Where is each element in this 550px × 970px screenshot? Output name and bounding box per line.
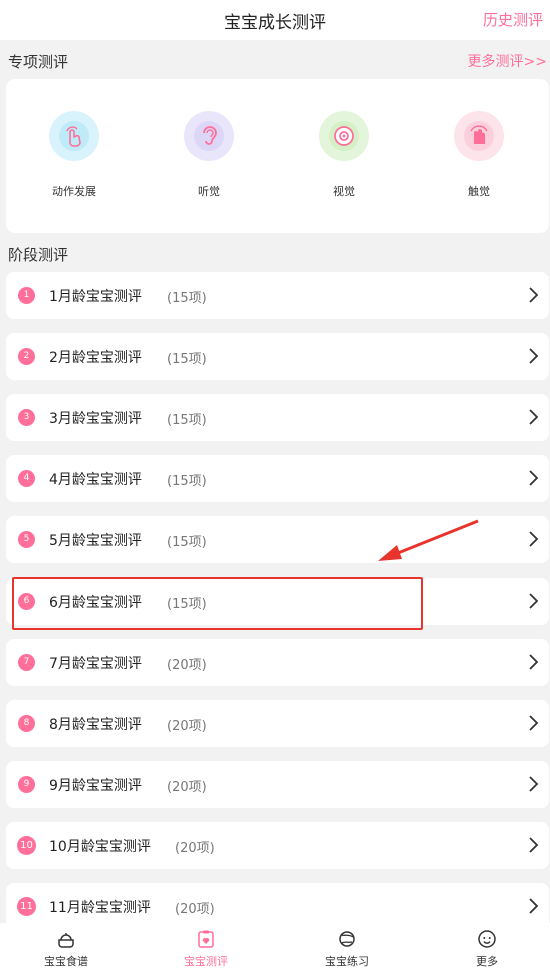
practice-icon	[339, 931, 355, 947]
history-link[interactable]: 历史测评	[483, 9, 543, 30]
tab-assessment[interactable]: 宝宝测评	[156, 923, 256, 970]
stage-row-5[interactable]: 5 5月龄宝宝测评 (15项)	[6, 516, 549, 563]
stage-number-badge: 7	[18, 654, 35, 671]
stage-item-count: (15项)	[167, 413, 207, 428]
bottom-tab-bar: 宝宝食谱 宝宝测评 宝宝练习 更多	[0, 923, 550, 970]
stage-item-count: (15项)	[167, 291, 207, 306]
stage-title: 9月龄宝宝测评	[49, 778, 142, 794]
stage-item-count: (20项)	[167, 719, 207, 734]
ear-icon	[184, 111, 234, 161]
stage-title: 5月龄宝宝测评	[49, 533, 142, 549]
stage-title: 7月龄宝宝测评	[49, 656, 142, 672]
stage-title: 11月龄宝宝测评	[49, 900, 151, 916]
stage-title: 8月龄宝宝测评	[49, 717, 142, 733]
chevron-right-icon	[529, 776, 539, 792]
stage-item-count: (20项)	[175, 902, 215, 917]
stage-item-count: (15项)	[167, 535, 207, 550]
stage-item-count: (15项)	[167, 474, 207, 489]
stage-row-1[interactable]: 1 1月龄宝宝测评 (15项)	[6, 272, 549, 319]
special-item-touch[interactable]: 触觉	[429, 111, 529, 199]
stage-row-10[interactable]: 10 10月龄宝宝测评 (20项)	[6, 822, 549, 869]
tab-practice[interactable]: 宝宝练习	[297, 923, 397, 970]
stage-row-9[interactable]: 9 9月龄宝宝测评 (20项)	[6, 761, 549, 808]
tab-label: 宝宝测评	[184, 955, 228, 968]
stage-item-count: (20项)	[167, 658, 207, 673]
stage-item-count: (15项)	[167, 352, 207, 367]
special-item-label: 视觉	[333, 185, 355, 198]
chevron-right-icon	[529, 470, 539, 486]
chevron-right-icon	[529, 593, 539, 609]
special-assessment-card: 动作发展 听觉 视觉 触觉	[6, 79, 549, 233]
stage-number-badge: 4	[18, 470, 35, 487]
stage-number-badge: 9	[18, 776, 35, 793]
stage-row-7[interactable]: 7 7月龄宝宝测评 (20项)	[6, 639, 549, 686]
tab-more[interactable]: 更多	[437, 923, 537, 970]
chevron-right-icon	[529, 654, 539, 670]
stage-number-badge: 8	[18, 715, 35, 732]
stage-number-badge: 10	[17, 836, 36, 855]
chevron-right-icon	[529, 409, 539, 425]
stage-number-badge: 5	[18, 531, 35, 548]
stage-row-3[interactable]: 3 3月龄宝宝测评 (15项)	[6, 394, 549, 441]
more-icon	[478, 930, 496, 948]
special-item-motor[interactable]: 动作发展	[24, 111, 124, 199]
more-assessments-link[interactable]: 更多测评>>	[468, 51, 547, 71]
annotation-highlight-box	[12, 577, 423, 630]
special-item-label: 动作发展	[52, 185, 96, 198]
eye-icon	[319, 111, 369, 161]
stage-item-count: (20项)	[167, 780, 207, 795]
tab-label: 更多	[476, 955, 498, 968]
special-item-label: 触觉	[468, 185, 490, 198]
stage-number-badge: 2	[18, 348, 35, 365]
recipe-icon	[58, 933, 74, 948]
stage-row-4[interactable]: 4 4月龄宝宝测评 (15项)	[6, 455, 549, 502]
stage-row-2[interactable]: 2 2月龄宝宝测评 (15项)	[6, 333, 549, 380]
stage-number-badge: 11	[17, 897, 36, 916]
app-header: 宝宝成长测评 历史测评	[0, 0, 550, 40]
chevron-right-icon	[529, 898, 539, 914]
stage-title: 10月龄宝宝测评	[49, 839, 151, 855]
special-section-title: 专项测评	[8, 53, 69, 71]
hand-tap-icon	[49, 111, 99, 161]
special-item-vision[interactable]: 视觉	[294, 111, 394, 199]
special-item-hearing[interactable]: 听觉	[159, 111, 259, 199]
stage-section-title: 阶段测评	[8, 246, 69, 264]
stage-item-count: (20项)	[175, 841, 215, 856]
stage-title: 4月龄宝宝测评	[49, 472, 142, 488]
tab-label: 宝宝练习	[325, 955, 369, 968]
stage-number-badge: 1	[18, 287, 35, 304]
stage-title: 3月龄宝宝测评	[49, 411, 142, 427]
touch-icon	[454, 111, 504, 161]
chevron-right-icon	[529, 348, 539, 364]
assessment-icon	[198, 930, 214, 948]
stage-number-badge: 3	[18, 409, 35, 426]
tab-recipes[interactable]: 宝宝食谱	[16, 923, 116, 970]
chevron-right-icon	[529, 715, 539, 731]
tab-label: 宝宝食谱	[44, 955, 88, 968]
chevron-right-icon	[529, 837, 539, 853]
stage-title: 1月龄宝宝测评	[49, 289, 142, 305]
stage-row-8[interactable]: 8 8月龄宝宝测评 (20项)	[6, 700, 549, 747]
page-title: 宝宝成长测评	[224, 13, 326, 33]
chevron-right-icon	[529, 531, 539, 547]
chevron-right-icon	[529, 287, 539, 303]
stage-title: 2月龄宝宝测评	[49, 350, 142, 366]
special-item-label: 听觉	[198, 185, 220, 198]
